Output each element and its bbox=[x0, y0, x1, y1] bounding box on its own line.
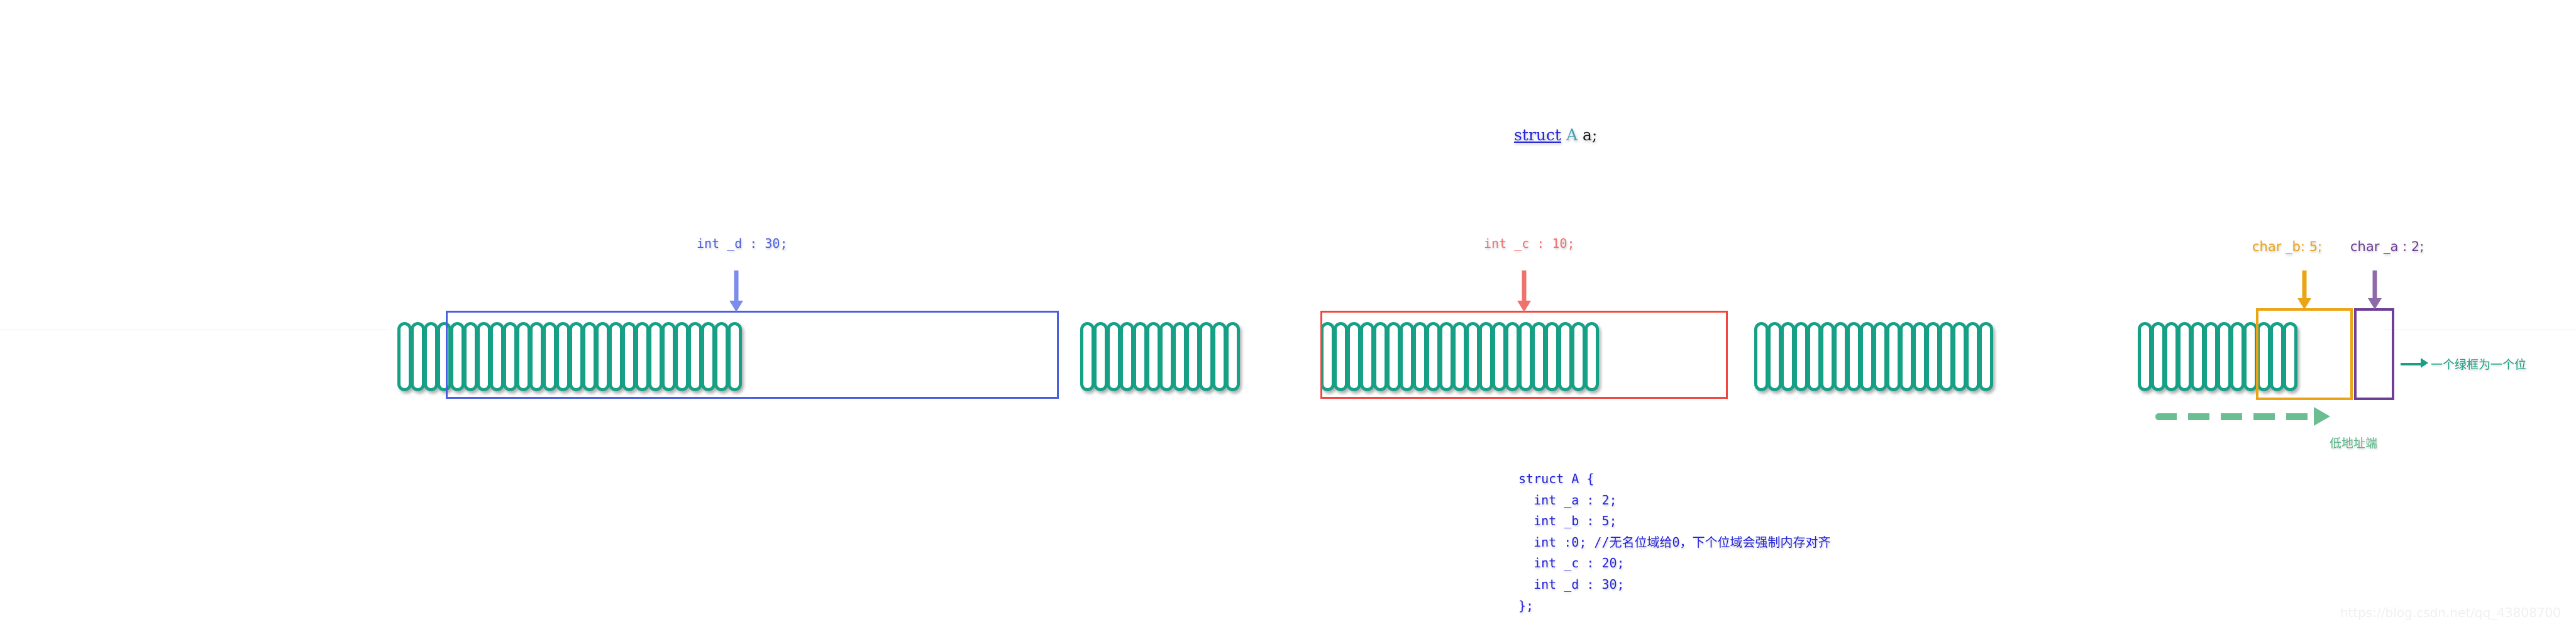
address-direction-dashes bbox=[2155, 413, 2314, 420]
diagram-canvas: struct A a; int _d : 30; int _c : 10; ch… bbox=[0, 0, 2576, 629]
pointer-arrow-d bbox=[728, 270, 744, 312]
bit-cell bbox=[1754, 322, 1769, 391]
field-label-c: int _c : 10; bbox=[1484, 236, 1575, 251]
bit-cell bbox=[1781, 322, 1795, 391]
bit-cell bbox=[1860, 322, 1874, 391]
bit-cell bbox=[2151, 322, 2165, 391]
bit-cell bbox=[1133, 322, 1147, 391]
bit-cell bbox=[2191, 322, 2205, 391]
bit-cell bbox=[1913, 322, 1927, 391]
legend-text: 一个绿框为一个位 bbox=[2431, 358, 2527, 372]
bit-cell bbox=[1873, 322, 1888, 391]
legend-pointer-arrowhead bbox=[2421, 358, 2428, 368]
bit-cell bbox=[397, 322, 412, 391]
bit-cell bbox=[2138, 322, 2152, 391]
field-box-a bbox=[2354, 308, 2394, 400]
bit-cell bbox=[2204, 322, 2218, 391]
title-var: a; bbox=[1582, 126, 1598, 144]
bit-cell bbox=[1847, 322, 1861, 391]
title-type: A bbox=[1566, 126, 1578, 144]
bit-cell bbox=[1926, 322, 1940, 391]
field-label-a: char _a : 2; bbox=[2350, 239, 2424, 254]
bit-cell bbox=[1833, 322, 1848, 391]
bit-cell bbox=[1146, 322, 1161, 391]
bit-group-2 bbox=[1080, 322, 1240, 391]
bit-cell bbox=[1212, 322, 1227, 391]
bit-cell bbox=[1886, 322, 1901, 391]
bit-cell bbox=[424, 322, 438, 391]
bit-cell bbox=[2230, 322, 2245, 391]
bit-cell bbox=[1939, 322, 1954, 391]
bit-cell bbox=[2177, 322, 2192, 391]
bit-cell bbox=[1952, 322, 1967, 391]
bit-cell bbox=[1173, 322, 1187, 391]
field-box-c bbox=[1320, 311, 1728, 399]
bit-cell bbox=[1899, 322, 1914, 391]
bit-cell bbox=[2217, 322, 2231, 391]
bit-cell bbox=[1159, 322, 1174, 391]
bit-cell bbox=[1186, 322, 1200, 391]
low-address-label: 低地址端 bbox=[2330, 437, 2378, 450]
bit-cell bbox=[1820, 322, 1835, 391]
field-box-b bbox=[2256, 308, 2353, 400]
bit-cell bbox=[1199, 322, 1213, 391]
bit-cell bbox=[1120, 322, 1134, 391]
pointer-arrow-c bbox=[1516, 270, 1532, 312]
bit-cell bbox=[1965, 322, 1980, 391]
bit-group-4 bbox=[1754, 322, 1993, 391]
bit-cell bbox=[1107, 322, 1121, 391]
field-box-d bbox=[446, 311, 1059, 399]
bit-cell bbox=[1093, 322, 1108, 391]
legend-pointer-line bbox=[2401, 363, 2422, 365]
bit-cell bbox=[1767, 322, 1782, 391]
bit-cell bbox=[1979, 322, 1993, 391]
field-label-b: char _b: 5; bbox=[2252, 239, 2323, 254]
title-keyword: struct bbox=[1514, 126, 1561, 144]
bit-cell bbox=[1080, 322, 1095, 391]
bit-cell bbox=[1794, 322, 1808, 391]
bit-cell bbox=[2164, 322, 2179, 391]
pointer-arrow-a bbox=[2367, 270, 2383, 309]
field-label-d: int _d : 30; bbox=[697, 236, 788, 251]
watermark: https://blog.csdn.net/qq_43808700 bbox=[2340, 605, 2561, 620]
bit-cell bbox=[1807, 322, 1821, 391]
page-title: struct A a; bbox=[1514, 126, 1597, 144]
bit-cell bbox=[411, 322, 425, 391]
pointer-arrow-b bbox=[2296, 270, 2313, 309]
bit-cell bbox=[1225, 322, 1240, 391]
address-direction-arrowhead bbox=[2314, 407, 2330, 426]
code-block: struct A { int _a : 2; int _b : 5; int :… bbox=[1518, 471, 1831, 613]
